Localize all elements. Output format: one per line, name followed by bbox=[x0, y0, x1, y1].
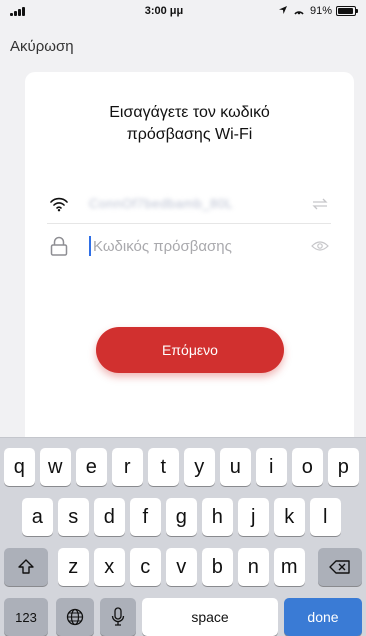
key-o[interactable]: o bbox=[292, 448, 323, 486]
backspace-key[interactable] bbox=[318, 548, 362, 586]
card-title: Εισαγάγετε τον κωδικό πρόσβασης Wi-Fi bbox=[109, 104, 270, 143]
status-right-group: 91% bbox=[278, 5, 358, 18]
keyboard-row-3: zxcvbnm bbox=[0, 548, 366, 586]
key-b[interactable]: b bbox=[202, 548, 233, 586]
cancel-button[interactable]: Ακύρωση bbox=[10, 38, 74, 55]
key-l[interactable]: l bbox=[310, 498, 341, 536]
battery-level bbox=[337, 8, 353, 14]
microphone-key[interactable] bbox=[100, 598, 136, 636]
key-j[interactable]: j bbox=[238, 498, 269, 536]
key-g[interactable]: g bbox=[166, 498, 197, 536]
key-y[interactable]: y bbox=[184, 448, 215, 486]
key-a[interactable]: a bbox=[22, 498, 53, 536]
key-w[interactable]: w bbox=[40, 448, 71, 486]
location-arrow-icon bbox=[278, 5, 288, 18]
key-i[interactable]: i bbox=[256, 448, 287, 486]
key-f[interactable]: f bbox=[130, 498, 161, 536]
keyboard-row-2: asdfghjkl bbox=[0, 498, 366, 536]
key-u[interactable]: u bbox=[220, 448, 251, 486]
keyboard-row-1: qwertyuiop bbox=[0, 448, 366, 486]
switch-network-icon[interactable] bbox=[309, 198, 331, 210]
key-h[interactable]: h bbox=[202, 498, 233, 536]
wifi-icon bbox=[47, 192, 71, 216]
key-n[interactable]: n bbox=[238, 548, 269, 586]
key-v[interactable]: v bbox=[166, 548, 197, 586]
status-time: 3:00 μμ bbox=[144, 5, 184, 17]
globe-key[interactable] bbox=[56, 598, 94, 636]
next-button[interactable]: Επόμενο bbox=[96, 327, 284, 373]
numbers-key[interactable]: 123 bbox=[4, 598, 48, 636]
password-input[interactable] bbox=[89, 236, 309, 256]
key-m[interactable]: m bbox=[274, 548, 305, 586]
key-x[interactable]: x bbox=[94, 548, 125, 586]
key-z[interactable]: z bbox=[58, 548, 89, 586]
key-k[interactable]: k bbox=[274, 498, 305, 536]
wifi-password-card: Εισαγάγετε τον κωδικό πρόσβασης Wi-Fi Co… bbox=[25, 72, 354, 444]
ssid-row[interactable]: ConnOf7bedbamb_80L bbox=[47, 184, 331, 224]
cellular-signal-icon bbox=[10, 6, 50, 16]
keyboard-row-4: 123 space done bbox=[0, 598, 366, 636]
key-s[interactable]: s bbox=[58, 498, 89, 536]
password-row[interactable] bbox=[47, 226, 331, 266]
show-password-eye-icon[interactable] bbox=[309, 240, 331, 252]
hotspot-icon bbox=[292, 5, 306, 18]
key-q[interactable]: q bbox=[4, 448, 35, 486]
key-p[interactable]: p bbox=[328, 448, 359, 486]
shift-key[interactable] bbox=[4, 548, 48, 586]
battery-percent: 91% bbox=[309, 5, 332, 17]
ssid-value: ConnOf7bedbamb_80L bbox=[89, 196, 234, 211]
key-r[interactable]: r bbox=[112, 448, 143, 486]
key-d[interactable]: d bbox=[94, 498, 125, 536]
on-screen-keyboard: qwertyuiop asdfghjkl zxcvbnm 123 space d… bbox=[0, 437, 366, 636]
key-c[interactable]: c bbox=[130, 548, 161, 586]
done-key[interactable]: done bbox=[284, 598, 362, 636]
key-e[interactable]: e bbox=[76, 448, 107, 486]
space-key[interactable]: space bbox=[142, 598, 278, 636]
battery-icon bbox=[335, 6, 358, 16]
status-bar: 3:00 μμ 91% bbox=[0, 0, 366, 22]
key-t[interactable]: t bbox=[148, 448, 179, 486]
lock-icon bbox=[47, 234, 71, 258]
